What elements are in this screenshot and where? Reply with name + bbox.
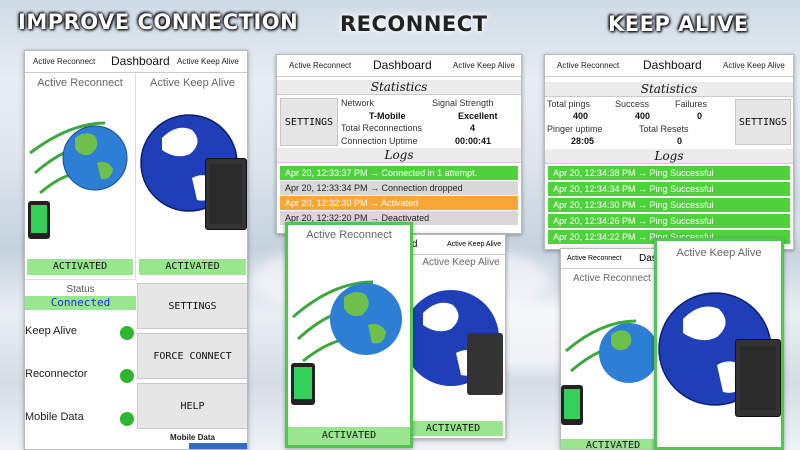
phone-icon <box>735 339 781 417</box>
total-pings-label: Total pings <box>547 99 591 109</box>
keep-alive-status-bar: ACTIVATED <box>139 259 246 275</box>
phone-icon <box>291 363 315 405</box>
phone-icon <box>467 333 503 395</box>
middle-back-screen: ard Active Keep Alive Active Keep Alive … <box>400 234 506 439</box>
toggle-label-reconnector: Reconnector <box>25 368 88 380</box>
reconnect-status-bar: ACTIVATED <box>27 259 133 275</box>
log-entry: Apr 20, 12:32:30 PM → Activated <box>280 196 518 211</box>
signal-value: Excellent <box>458 111 498 121</box>
uptime-value: 00:00:41 <box>455 136 492 146</box>
tab-active-keep-alive[interactable]: Active Keep Alive <box>723 61 785 70</box>
log-entry: Apr 20, 12:34:34 PM → Ping Successful <box>548 182 790 197</box>
log-entry: Apr 20, 12:34:30 PM → Ping Successful <box>548 198 790 213</box>
left-phone-screen: Active Reconnect Dashboard Active Keep A… <box>24 50 248 450</box>
toggle-label-mobile-data: Mobile Data <box>25 411 84 423</box>
right-phone-screen: Active Reconnect Dashboard Active Keep A… <box>544 54 794 250</box>
phone-icon <box>28 201 50 239</box>
tab-bar: ard Active Keep Alive <box>401 235 505 255</box>
tab-bar: Active Reconnect Dashboard Active Keep A… <box>25 51 247 73</box>
total-reconnections-value: 4 <box>470 123 476 133</box>
reconnect-card[interactable]: Active Reconnect ACTIVATED <box>25 73 136 278</box>
tab-active-reconnect[interactable]: Active Reconnect <box>557 61 619 70</box>
keep-alive-toggle[interactable] <box>120 326 134 340</box>
status-label: Status <box>66 284 95 295</box>
card-title: Active Keep Alive <box>150 77 235 89</box>
log-entry: Apr 20, 12:34:38 PM → Ping Successful <box>548 166 790 181</box>
tab-active-reconnect[interactable]: Active Reconnect <box>289 61 351 70</box>
force-connect-button[interactable]: FORCE CONNECT <box>137 333 247 379</box>
log-entry: Apr 20, 12:33:34 PM → Connection dropped <box>280 181 518 196</box>
card-title: Active Reconnect <box>37 77 123 89</box>
tab-active-keep-alive[interactable]: Active Keep Alive <box>177 57 239 66</box>
phone-icon <box>561 385 583 425</box>
help-button[interactable]: HELP <box>137 383 247 429</box>
toggle-label-keep-alive: Keep Alive <box>25 325 77 337</box>
settings-button[interactable]: SETTINGS <box>735 99 791 145</box>
total-resets-label: Total Resets <box>639 124 689 134</box>
card-title: Active Keep Alive <box>422 257 500 268</box>
tab-bar: Active Reconnect Dashboard Active Keep A… <box>277 55 521 77</box>
keep-alive-card[interactable]: Active Keep Alive ACTIVATED <box>137 73 247 278</box>
logs-heading: Logs <box>545 149 793 164</box>
tab-active-reconnect[interactable]: Active Reconnect <box>567 255 621 262</box>
failures-value: 0 <box>697 111 703 121</box>
success-value: 400 <box>635 111 651 121</box>
tab-active-keep-alive[interactable]: Active Keep Alive <box>453 61 515 70</box>
mobile-data-bar <box>189 443 247 449</box>
headline-keep-alive: KEEP ALIVE <box>608 12 749 36</box>
headline-reconnect: RECONNECT <box>340 12 488 36</box>
mobile-data-label: Mobile Data <box>170 433 215 442</box>
settings-button[interactable]: SETTINGS <box>137 283 247 329</box>
signal-label: Signal Strength <box>432 98 494 108</box>
pinger-uptime-label: Pinger uptime <box>547 124 603 134</box>
uptime-label: Connection Uptime <box>341 136 418 146</box>
statistics-heading: Statistics <box>545 82 793 97</box>
reconnector-toggle[interactable] <box>120 369 134 383</box>
logs-heading: Logs <box>277 148 521 163</box>
button-column: SETTINGS FORCE CONNECT HELP Mobile Data <box>137 279 247 449</box>
failures-label: Failures <box>675 99 708 109</box>
status-column: Status Connected Keep Alive Reconnector … <box>25 279 136 449</box>
middle-phone-screen: Active Reconnect Dashboard Active Keep A… <box>276 54 522 234</box>
tab-active-reconnect[interactable]: Active Reconnect <box>33 57 95 66</box>
mobile-data-toggle[interactable] <box>120 412 134 426</box>
card-title: Active Reconnect <box>573 273 651 284</box>
reconnect-status-bar: ACTIVATED <box>288 427 410 445</box>
settings-button[interactable]: SETTINGS <box>280 98 338 146</box>
pinger-uptime-value: 28:05 <box>571 136 595 146</box>
keep-alive-status-bar: ACTIVATED <box>403 421 503 436</box>
network-value: T-Mobile <box>369 111 406 121</box>
total-pings-value: 400 <box>573 111 589 121</box>
phone-icon <box>205 158 247 230</box>
network-label: Network <box>341 98 375 108</box>
success-label: Success <box>615 99 650 109</box>
log-entry: Apr 20, 12:33:37 PM → Connected in 1 att… <box>280 166 518 181</box>
status-value: Connected <box>25 296 136 310</box>
statistics-heading: Statistics <box>277 80 521 95</box>
tab-bar: Active Reconnect Dashboard Active Keep A… <box>545 55 793 77</box>
right-back-screen: Active Reconnect Das Active Reconnect AC… <box>560 248 666 450</box>
log-entry: Apr 20, 12:34:26 PM → Ping Successful <box>548 214 790 229</box>
card-title: Active Reconnect <box>306 229 392 241</box>
right-overlay-card[interactable]: Active Keep Alive <box>654 238 784 450</box>
total-resets-value: 0 <box>677 136 683 146</box>
reconnect-status-bar: ACTIVATED <box>561 439 665 449</box>
total-reconnections-label: Total Reconnections <box>341 123 423 133</box>
tab-bar: Active Reconnect Das <box>561 249 665 269</box>
tab-dashboard[interactable]: Dashboard <box>643 58 702 72</box>
headline-improve-connection: IMPROVE CONNECTION <box>18 10 299 34</box>
card-title: Active Keep Alive <box>676 247 762 259</box>
tab-dashboard[interactable]: Dashboard <box>111 54 170 68</box>
tab-dashboard[interactable]: Dashboard <box>373 58 432 72</box>
middle-overlay-card[interactable]: Active Reconnect ACTIVATED <box>285 222 413 448</box>
tab-active-keep-alive[interactable]: Active Keep Alive <box>447 241 501 248</box>
